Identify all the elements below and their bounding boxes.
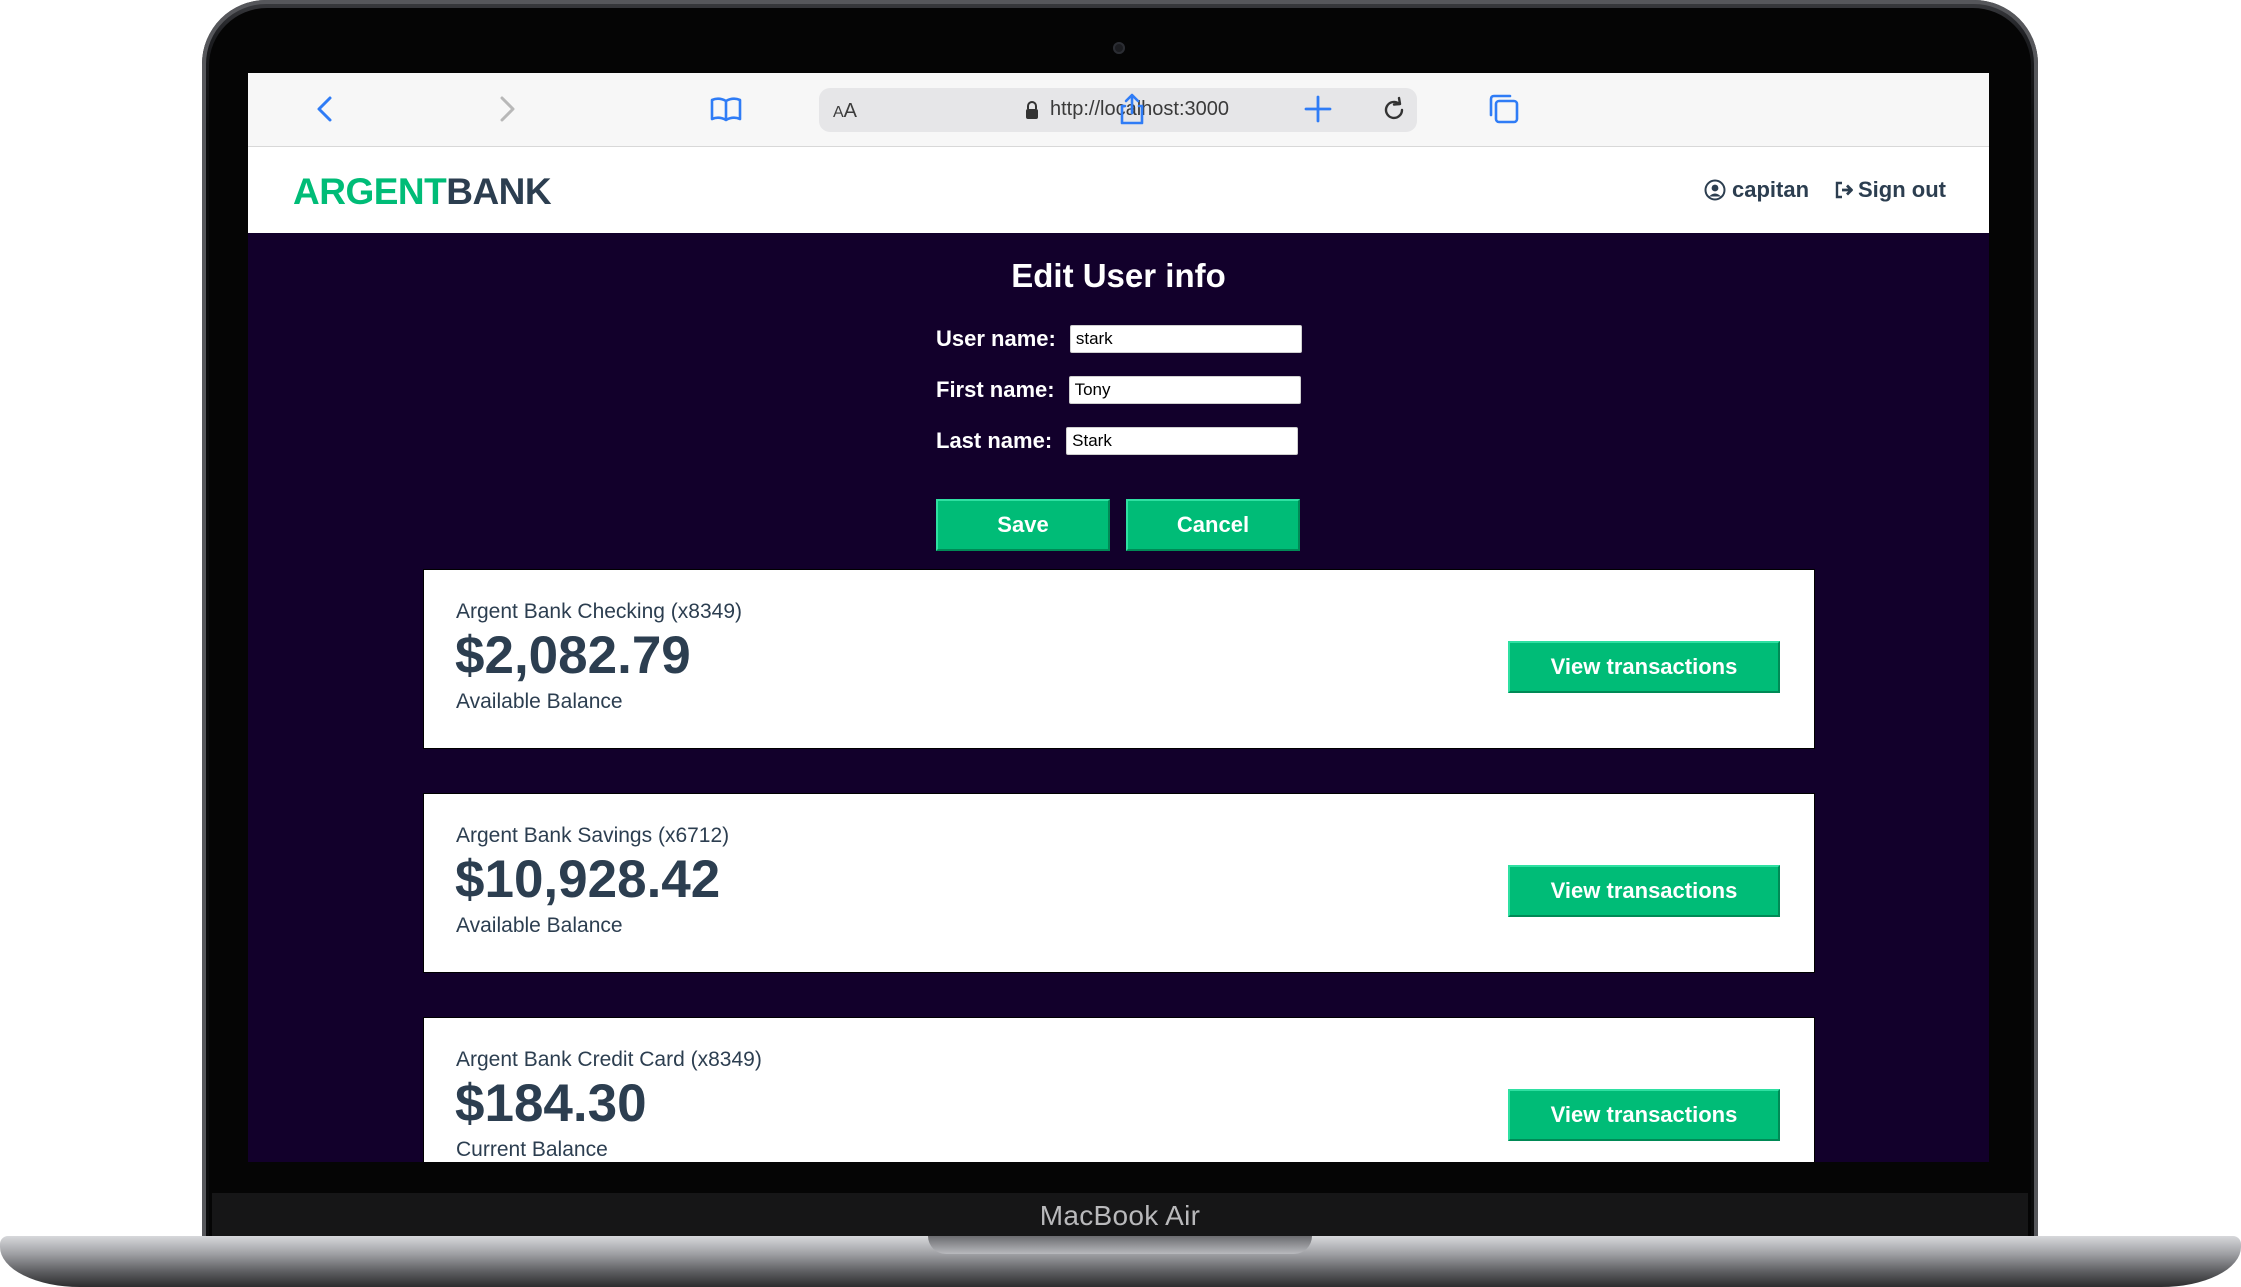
- sign-out-label: Sign out: [1858, 177, 1946, 202]
- account-amount: $2,082.79: [455, 626, 691, 685]
- account-amount-description: Available Balance: [456, 690, 623, 713]
- first-name-input[interactable]: [1068, 376, 1301, 404]
- view-transactions-button[interactable]: View transactions: [1508, 1089, 1780, 1141]
- argentbank-logo[interactable]: ARGENTBANK: [293, 171, 552, 213]
- camera-icon: [1113, 42, 1125, 54]
- last-name-label: Last name:: [936, 428, 1053, 453]
- account-title: Argent Bank Savings (x6712): [456, 824, 730, 847]
- account-card-checking: Argent Bank Checking (x8349) $2,082.79 A…: [423, 569, 1815, 749]
- new-tab-icon[interactable]: [1296, 87, 1340, 131]
- forward-arrow-icon[interactable]: [484, 87, 528, 131]
- user-name-label: User name:: [936, 326, 1056, 351]
- last-name-row: Last name:: [936, 427, 1299, 455]
- logo-text-bank: BANK: [446, 171, 552, 212]
- account-amount-description: Available Balance: [456, 914, 623, 937]
- sign-out-icon: [1835, 181, 1853, 199]
- save-button[interactable]: Save: [936, 499, 1110, 551]
- account-title: Argent Bank Credit Card (x8349): [456, 1048, 762, 1071]
- account-title: Argent Bank Checking (x8349): [456, 600, 742, 623]
- user-circle-icon: [1704, 179, 1726, 201]
- view-transactions-button[interactable]: View transactions: [1508, 865, 1780, 917]
- text-size-button[interactable]: AA: [833, 100, 857, 123]
- laptop-notch: [928, 1236, 1312, 1254]
- cancel-button[interactable]: Cancel: [1126, 499, 1300, 551]
- user-name: capitan: [1732, 177, 1810, 202]
- browser-toolbar: AA http://localhost:3000: [248, 73, 1989, 147]
- account-amount: $10,928.42: [455, 850, 721, 909]
- first-name-label: First name:: [936, 377, 1055, 402]
- account-card-credit: Argent Bank Credit Card (x8349) $184.30 …: [423, 1017, 1815, 1162]
- account-amount: $184.30: [455, 1074, 647, 1133]
- laptop-chin: MacBook Air: [212, 1193, 2028, 1238]
- account-card-savings: Argent Bank Savings (x6712) $10,928.42 A…: [423, 793, 1815, 973]
- last-name-input[interactable]: [1066, 427, 1299, 455]
- view-transactions-button[interactable]: View transactions: [1508, 641, 1780, 693]
- lock-icon: [1026, 101, 1038, 119]
- site-header: ARGENTBANK capitan Sign out: [248, 147, 1989, 233]
- share-icon[interactable]: [1110, 87, 1154, 131]
- account-amount-description: Current Balance: [456, 1138, 608, 1161]
- first-name-row: First name:: [936, 376, 1301, 404]
- tabs-icon[interactable]: [1482, 87, 1526, 131]
- edit-user-title: Edit User info: [1011, 257, 1226, 294]
- user-profile-link[interactable]: capitan: [1704, 177, 1809, 203]
- user-name-row: User name:: [936, 325, 1302, 353]
- device-label: MacBook Air: [1039, 1199, 1201, 1231]
- sign-out-link[interactable]: Sign out: [1834, 177, 1946, 203]
- reload-icon[interactable]: [1379, 95, 1409, 125]
- screen: AA http://localhost:3000 ARGENTBANK capi…: [248, 73, 1989, 1162]
- back-arrow-icon[interactable]: [304, 87, 348, 131]
- user-name-input[interactable]: [1069, 325, 1302, 353]
- logo-text-argent: ARGENT: [293, 171, 447, 212]
- bookmarks-icon[interactable]: [704, 87, 748, 131]
